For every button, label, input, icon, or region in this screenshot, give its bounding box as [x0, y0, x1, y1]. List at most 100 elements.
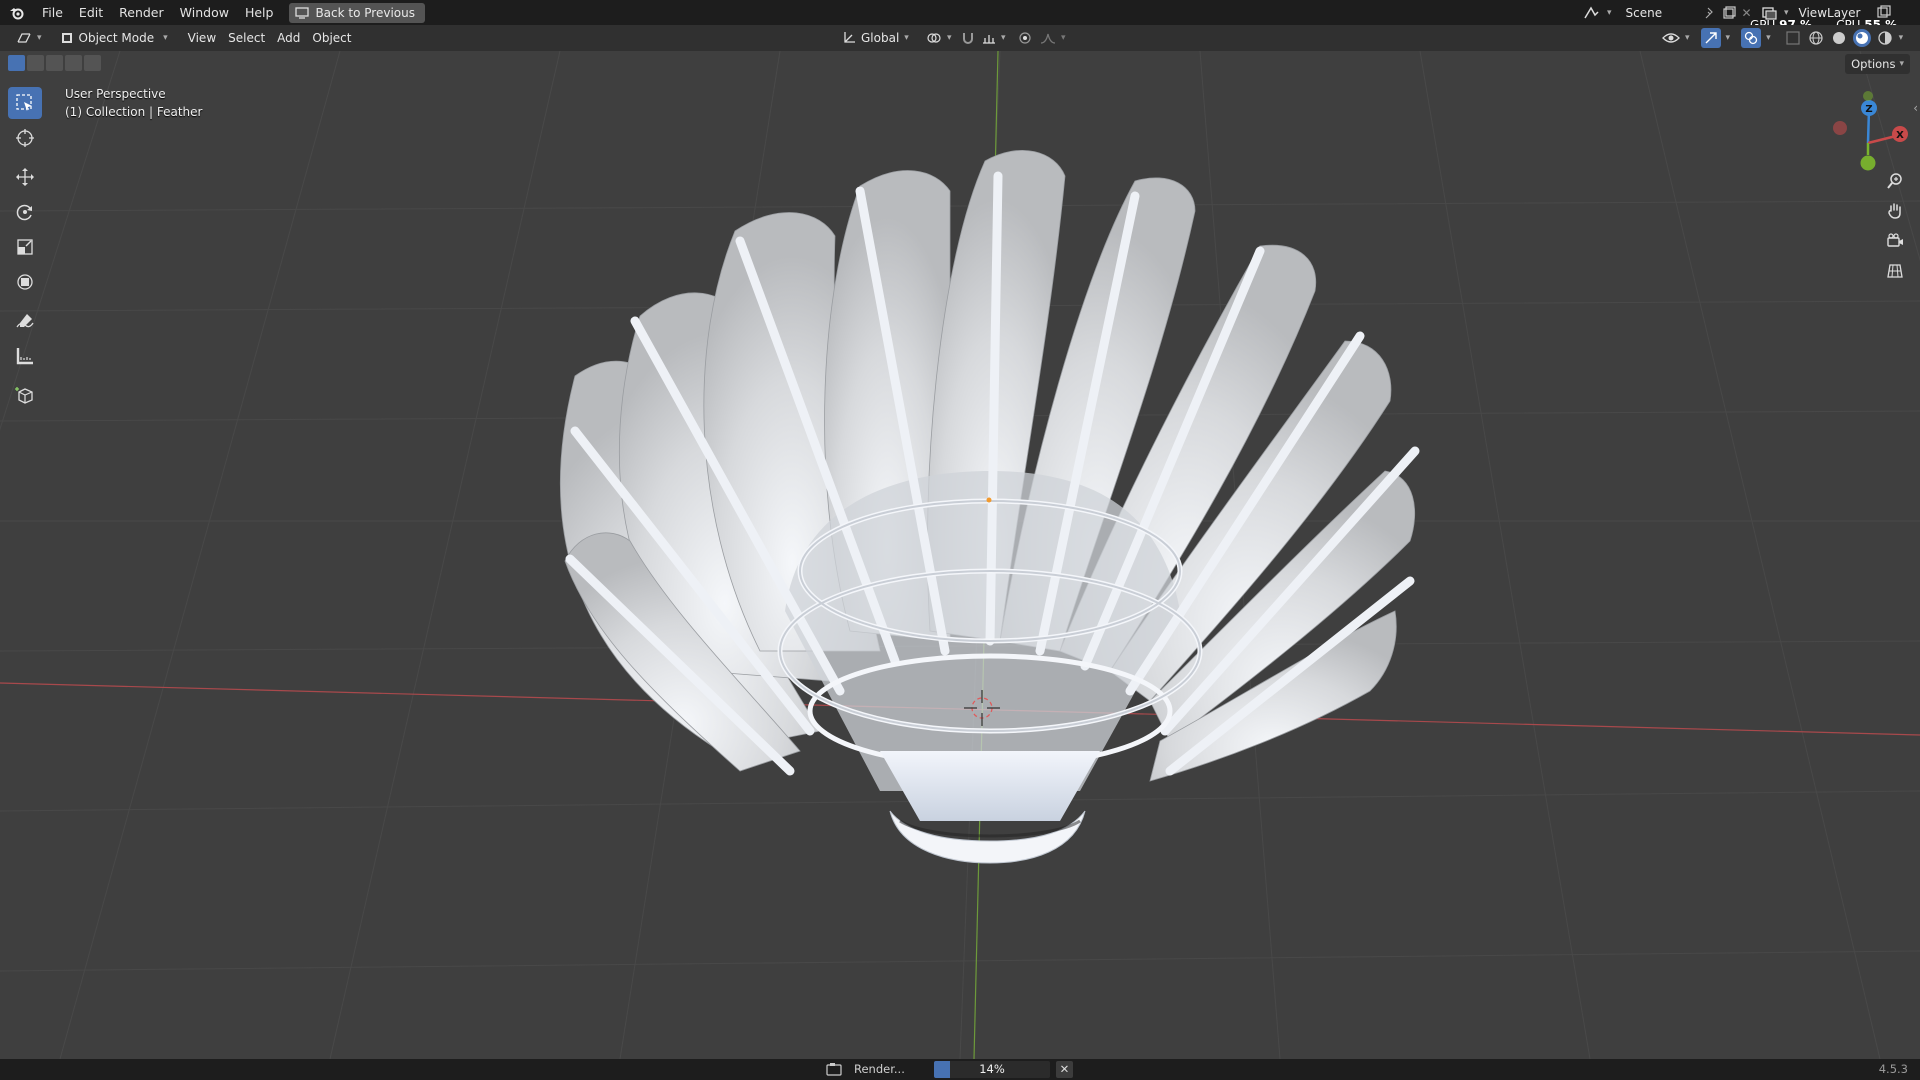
object-mode-dropdown[interactable]: Object Mode ▾: [54, 28, 174, 48]
annotate-pencil-icon: [16, 314, 34, 328]
hand-icon: [1888, 203, 1901, 219]
scale-icon: [17, 239, 33, 255]
tool-shelf: [8, 87, 46, 414]
perspective-toggle-button[interactable]: [1882, 258, 1908, 284]
proportional-icon: [1019, 32, 1031, 44]
close-icon: ✕: [1059, 1062, 1070, 1076]
rotate-icon: [16, 204, 32, 221]
menu-render[interactable]: Render: [111, 0, 172, 25]
magnet-icon: [963, 33, 973, 44]
back-to-previous-button[interactable]: Back to Previous: [289, 2, 425, 23]
header-menu-object[interactable]: Object: [306, 28, 357, 48]
xray-toggle-icon[interactable]: [1784, 29, 1802, 47]
scene-selector[interactable]: ▾ Scene ✕: [1583, 2, 1752, 23]
shading-solid-icon[interactable]: [1830, 29, 1848, 47]
header-menu-select[interactable]: Select: [222, 28, 271, 48]
collection-info: (1) Collection | Feather: [65, 105, 203, 119]
select-subtract-icon[interactable]: [46, 55, 63, 71]
viewport-header: ▾ Object Mode ▾ View Select Add Object G…: [0, 25, 1920, 51]
shading-material-icon[interactable]: [1852, 29, 1871, 47]
scene-icon: [1584, 6, 1599, 18]
gizmo-toggle-icon[interactable]: [1700, 28, 1721, 48]
viewlayer-new-icon[interactable]: [1876, 4, 1892, 20]
options-dropdown[interactable]: Options ▾: [1845, 54, 1910, 74]
select-box-tool[interactable]: [8, 87, 42, 119]
select-extend-icon[interactable]: [27, 55, 44, 71]
scene-name: Scene: [1625, 5, 1663, 20]
menu-help[interactable]: Help: [237, 0, 282, 25]
back-button-label: Back to Previous: [315, 5, 415, 20]
pin-icon[interactable]: [1704, 7, 1716, 19]
options-label: Options: [1851, 57, 1896, 71]
transform-orientation-dropdown[interactable]: Global ▾: [836, 28, 915, 48]
add-cube-tool[interactable]: [8, 379, 42, 411]
zoom-view-button[interactable]: [1882, 168, 1908, 194]
cursor-icon: [16, 129, 34, 147]
object-mode-icon: [61, 33, 72, 43]
cursor-tool[interactable]: [8, 122, 42, 154]
overlays-toggle-icon[interactable]: [1741, 28, 1762, 48]
mode-label: Object Mode: [78, 31, 155, 45]
annotate-tool[interactable]: [8, 305, 42, 337]
orientation-axes-icon: [844, 32, 855, 43]
blender-logo-icon[interactable]: [0, 0, 34, 25]
chevron-down-icon: ▾: [904, 33, 909, 43]
menu-file[interactable]: File: [34, 0, 71, 25]
gizmo-x-label: X: [1896, 130, 1904, 141]
viewport-info: User Perspective (1) Collection | Feathe…: [65, 85, 202, 121]
top-menu-bar: File Edit Render Window Help Back to Pre…: [0, 0, 1920, 32]
render-progress-text: 14%: [979, 1062, 1005, 1076]
menu-edit[interactable]: Edit: [71, 0, 111, 25]
add-cube-icon: [15, 387, 33, 404]
select-intersect-icon[interactable]: [84, 55, 101, 71]
header-menu-view[interactable]: View: [182, 28, 222, 48]
3d-viewport-icon: [17, 33, 31, 43]
falloff-curve-icon: [1040, 33, 1056, 44]
rotate-tool[interactable]: [8, 196, 42, 228]
select-new-icon[interactable]: [8, 55, 25, 71]
viewport-scene: [0, 51, 1920, 1059]
render-job-icon: [826, 1062, 842, 1077]
measure-ruler-icon: [16, 348, 33, 365]
grid-perspective-icon: [1887, 264, 1903, 278]
status-bar: Render... 14% ✕ 4.5.3: [0, 1059, 1920, 1080]
render-progress-bar: 14%: [934, 1061, 1050, 1078]
chevron-down-icon: ▾: [1899, 59, 1904, 69]
camera-view-button[interactable]: [1882, 228, 1908, 254]
view-name: User Perspective: [65, 87, 166, 101]
shading-rendered-icon[interactable]: [1876, 29, 1894, 47]
orientation-label: Global: [861, 31, 900, 45]
new-scene-icon[interactable]: [1722, 5, 1736, 20]
pan-view-button[interactable]: [1882, 198, 1908, 224]
editor-type-selector[interactable]: ▾: [10, 28, 48, 48]
select-box-icon: [16, 94, 32, 111]
transform-tool[interactable]: [8, 266, 42, 298]
move-tool[interactable]: [8, 161, 42, 193]
sidebar-toggle-icon[interactable]: ‹: [1913, 101, 1918, 115]
shuttlecock-model[interactable]: [559, 149, 1420, 864]
selection-mode-buttons: [8, 55, 101, 71]
snap-target-dropdown[interactable]: ▾: [976, 28, 1012, 48]
cancel-render-button[interactable]: ✕: [1056, 1061, 1073, 1078]
object-origin-dot: [986, 497, 992, 503]
snap-increment-icon: [983, 35, 995, 44]
transform-icon: [17, 274, 33, 290]
pivot-point-dropdown[interactable]: ▾: [920, 28, 958, 48]
zoom-magnifier-icon: [1887, 173, 1902, 189]
gizmo-z-label: Z: [1865, 104, 1872, 115]
menu-window[interactable]: Window: [172, 0, 237, 25]
3d-viewport[interactable]: User Perspective (1) Collection | Feathe…: [0, 51, 1920, 1059]
proportional-falloff-dropdown[interactable]: ▾: [1034, 28, 1072, 48]
header-menu-add[interactable]: Add: [271, 28, 306, 48]
chevron-down-icon: ▾: [163, 33, 168, 43]
blender-version: 4.5.3: [1878, 1062, 1908, 1076]
shading-wireframe-icon[interactable]: [1807, 29, 1825, 47]
visibility-eye-icon[interactable]: [1662, 30, 1680, 46]
render-job-label: Render...: [854, 1062, 905, 1076]
move-icon: [16, 168, 34, 186]
measure-tool[interactable]: [8, 340, 42, 372]
scale-tool[interactable]: [8, 231, 42, 263]
right-header-icons: ▾ ▾ ▾ ▾: [1662, 28, 1903, 48]
select-invert-icon[interactable]: [65, 55, 82, 71]
camera-icon: [1887, 233, 1903, 247]
